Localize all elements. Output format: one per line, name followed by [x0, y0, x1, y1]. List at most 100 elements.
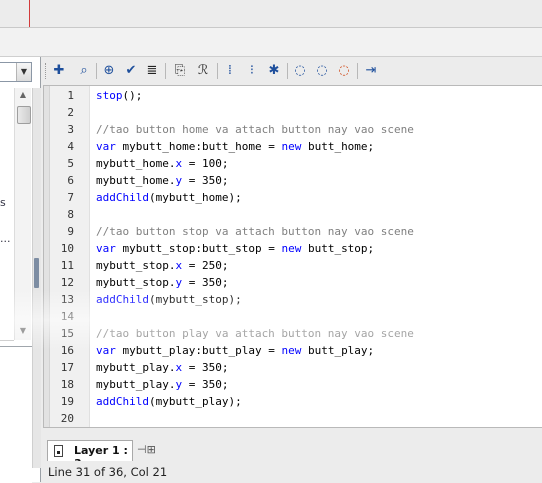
- code-text[interactable]: mybutt_home.x = 100;: [96, 155, 228, 172]
- script-icon: [54, 445, 63, 457]
- code-token: new: [281, 344, 302, 357]
- code-line[interactable]: 19 addChild(mybutt_play);: [44, 393, 542, 410]
- toolbox-scrollbar[interactable]: ▲ ▼: [14, 88, 31, 340]
- line-number: 13: [60, 293, 74, 306]
- script-editor[interactable]: 1 stop(); 2 3 //tao button home va attach bu…: [43, 85, 542, 428]
- code-token: (mybutt_play);: [148, 395, 242, 408]
- line-number: 11: [60, 259, 74, 272]
- code-text[interactable]: mybutt_stop.y = 350;: [96, 274, 228, 291]
- code-text[interactable]: //tao button stop va attach button nay v…: [96, 223, 414, 240]
- code-token: = 350;: [182, 361, 229, 374]
- code-line[interactable]: 10 var mybutt_stop:butt_stop = new butt_s…: [44, 240, 542, 257]
- code-text[interactable]: var mybutt_play:butt_play = new butt_pla…: [96, 342, 374, 359]
- line-number: 2: [67, 106, 74, 119]
- code-text[interactable]: //tao button home va attach button nay v…: [96, 121, 414, 138]
- line-number: 9: [67, 225, 74, 238]
- code-token: new: [281, 140, 302, 153]
- toolbar-separator: [217, 63, 218, 79]
- code-line[interactable]: 15 //tao button play va attach button nay…: [44, 325, 542, 342]
- code-token: = 350;: [182, 276, 229, 289]
- code-text[interactable]: addChild(mybutt_play);: [96, 393, 242, 410]
- line-number: 3: [67, 123, 74, 136]
- code-text[interactable]: addChild(mybutt_home);: [96, 189, 242, 206]
- code-line[interactable]: 18 mybutt_play.y = 350;: [44, 376, 542, 393]
- line-number: 12: [60, 276, 74, 289]
- code-line[interactable]: 4 var mybutt_home:butt_home = new butt_ho…: [44, 138, 542, 155]
- toolbar-separator: [357, 63, 358, 79]
- code-line[interactable]: 3 //tao button home va attach button nay …: [44, 121, 542, 138]
- code-text[interactable]: stop();: [96, 87, 142, 104]
- find-icon[interactable]: ⌕: [75, 62, 93, 80]
- timeline-strip[interactable]: [0, 0, 542, 28]
- code-token: var: [96, 344, 116, 357]
- code-text[interactable]: var mybutt_stop:butt_stop = new butt_sto…: [96, 240, 374, 257]
- line-number: 8: [67, 208, 74, 221]
- code-line[interactable]: 6 mybutt_home.y = 350;: [44, 172, 542, 189]
- add-statement-icon[interactable]: ✚: [50, 62, 68, 80]
- line-number: 4: [67, 140, 74, 153]
- code-token: mybutt_play.: [96, 361, 176, 374]
- code-line[interactable]: 5 mybutt_home.x = 100;: [44, 155, 542, 172]
- scroll-thumb[interactable]: [17, 106, 31, 124]
- code-line[interactable]: 16 var mybutt_play:butt_play = new butt_p…: [44, 342, 542, 359]
- code-text[interactable]: addChild(mybutt_stop);: [96, 291, 242, 308]
- code-token: addChild: [96, 395, 149, 408]
- code-line[interactable]: 2: [44, 104, 542, 121]
- script-navigator-panel[interactable]: [0, 346, 32, 483]
- code-text[interactable]: var mybutt_home:butt_home = new butt_hom…: [96, 138, 374, 155]
- tab-layer-1[interactable]: Layer 1 : 3: [47, 440, 133, 470]
- collapse-between-braces-icon[interactable]: ⁞: [221, 62, 239, 80]
- code-token: mybutt_stop.: [96, 276, 176, 289]
- code-hint-icon[interactable]: ⎘: [171, 62, 189, 80]
- splitter-grip[interactable]: [34, 258, 39, 288]
- code-token: //tao button home va attach button nay v…: [96, 123, 414, 136]
- code-line[interactable]: 17 mybutt_play.x = 350;: [44, 359, 542, 376]
- code-line[interactable]: 20: [44, 410, 542, 427]
- code-token: mybutt_home.: [96, 157, 176, 170]
- panel-divider: [0, 28, 542, 57]
- line-number: 15: [60, 327, 74, 340]
- code-line[interactable]: 13 addChild(mybutt_stop);: [44, 291, 542, 308]
- actions-toolbox-list[interactable]: s ...: [0, 88, 14, 341]
- code-line[interactable]: 7 addChild(mybutt_home);: [44, 189, 542, 206]
- apply-line-comment-icon[interactable]: ◌: [313, 62, 331, 80]
- scroll-up-icon[interactable]: ▲: [16, 88, 30, 102]
- code-line[interactable]: 8: [44, 206, 542, 223]
- auto-format-icon[interactable]: ≣: [143, 62, 161, 80]
- check-syntax-icon[interactable]: ✔: [122, 62, 140, 80]
- remove-comment-icon[interactable]: ◌: [335, 62, 353, 80]
- code-token: mybutt_play:butt_play =: [115, 344, 282, 357]
- pin-script-icon[interactable]: ⊣⊞: [137, 443, 156, 456]
- line-number: 17: [60, 361, 74, 374]
- code-text[interactable]: mybutt_stop.x = 250;: [96, 257, 228, 274]
- line-number: 6: [67, 174, 74, 187]
- toolbox-item-fragment[interactable]: ...: [0, 232, 11, 245]
- panel-splitter[interactable]: [32, 88, 41, 468]
- actions-toolbox-dropdown[interactable]: ▼: [0, 62, 32, 82]
- line-number: 18: [60, 378, 74, 391]
- playhead-marker[interactable]: [29, 0, 30, 27]
- scroll-down-icon[interactable]: ▼: [16, 324, 30, 338]
- target-icon[interactable]: ⊕: [100, 62, 118, 80]
- collapse-selection-icon[interactable]: ⁝: [243, 62, 261, 80]
- code-token: = 250;: [182, 259, 229, 272]
- code-token: = 100;: [182, 157, 229, 170]
- show-hide-toolbox-icon[interactable]: ⇥: [362, 62, 380, 80]
- expand-all-icon[interactable]: ✱: [265, 62, 283, 80]
- code-token: var: [96, 242, 116, 255]
- code-line[interactable]: 12 mybutt_stop.y = 350;: [44, 274, 542, 291]
- code-text[interactable]: //tao button play va attach button nay v…: [96, 325, 414, 342]
- chevron-down-icon[interactable]: ▼: [16, 63, 31, 81]
- code-token: mybutt_stop:butt_stop =: [115, 242, 282, 255]
- code-line[interactable]: 9 //tao button stop va attach button nay …: [44, 223, 542, 240]
- code-token: (mybutt_home);: [148, 191, 242, 204]
- apply-block-comment-icon[interactable]: ◌: [291, 62, 309, 80]
- code-line[interactable]: 14: [44, 308, 542, 325]
- code-line[interactable]: 1 stop();: [44, 87, 542, 104]
- code-line[interactable]: 11 mybutt_stop.x = 250;: [44, 257, 542, 274]
- code-text[interactable]: mybutt_home.y = 350;: [96, 172, 228, 189]
- code-text[interactable]: mybutt_play.x = 350;: [96, 359, 228, 376]
- debug-options-icon[interactable]: ℛ: [194, 62, 212, 80]
- code-text[interactable]: mybutt_play.y = 350;: [96, 376, 228, 393]
- toolbox-item-fragment[interactable]: s: [0, 196, 6, 209]
